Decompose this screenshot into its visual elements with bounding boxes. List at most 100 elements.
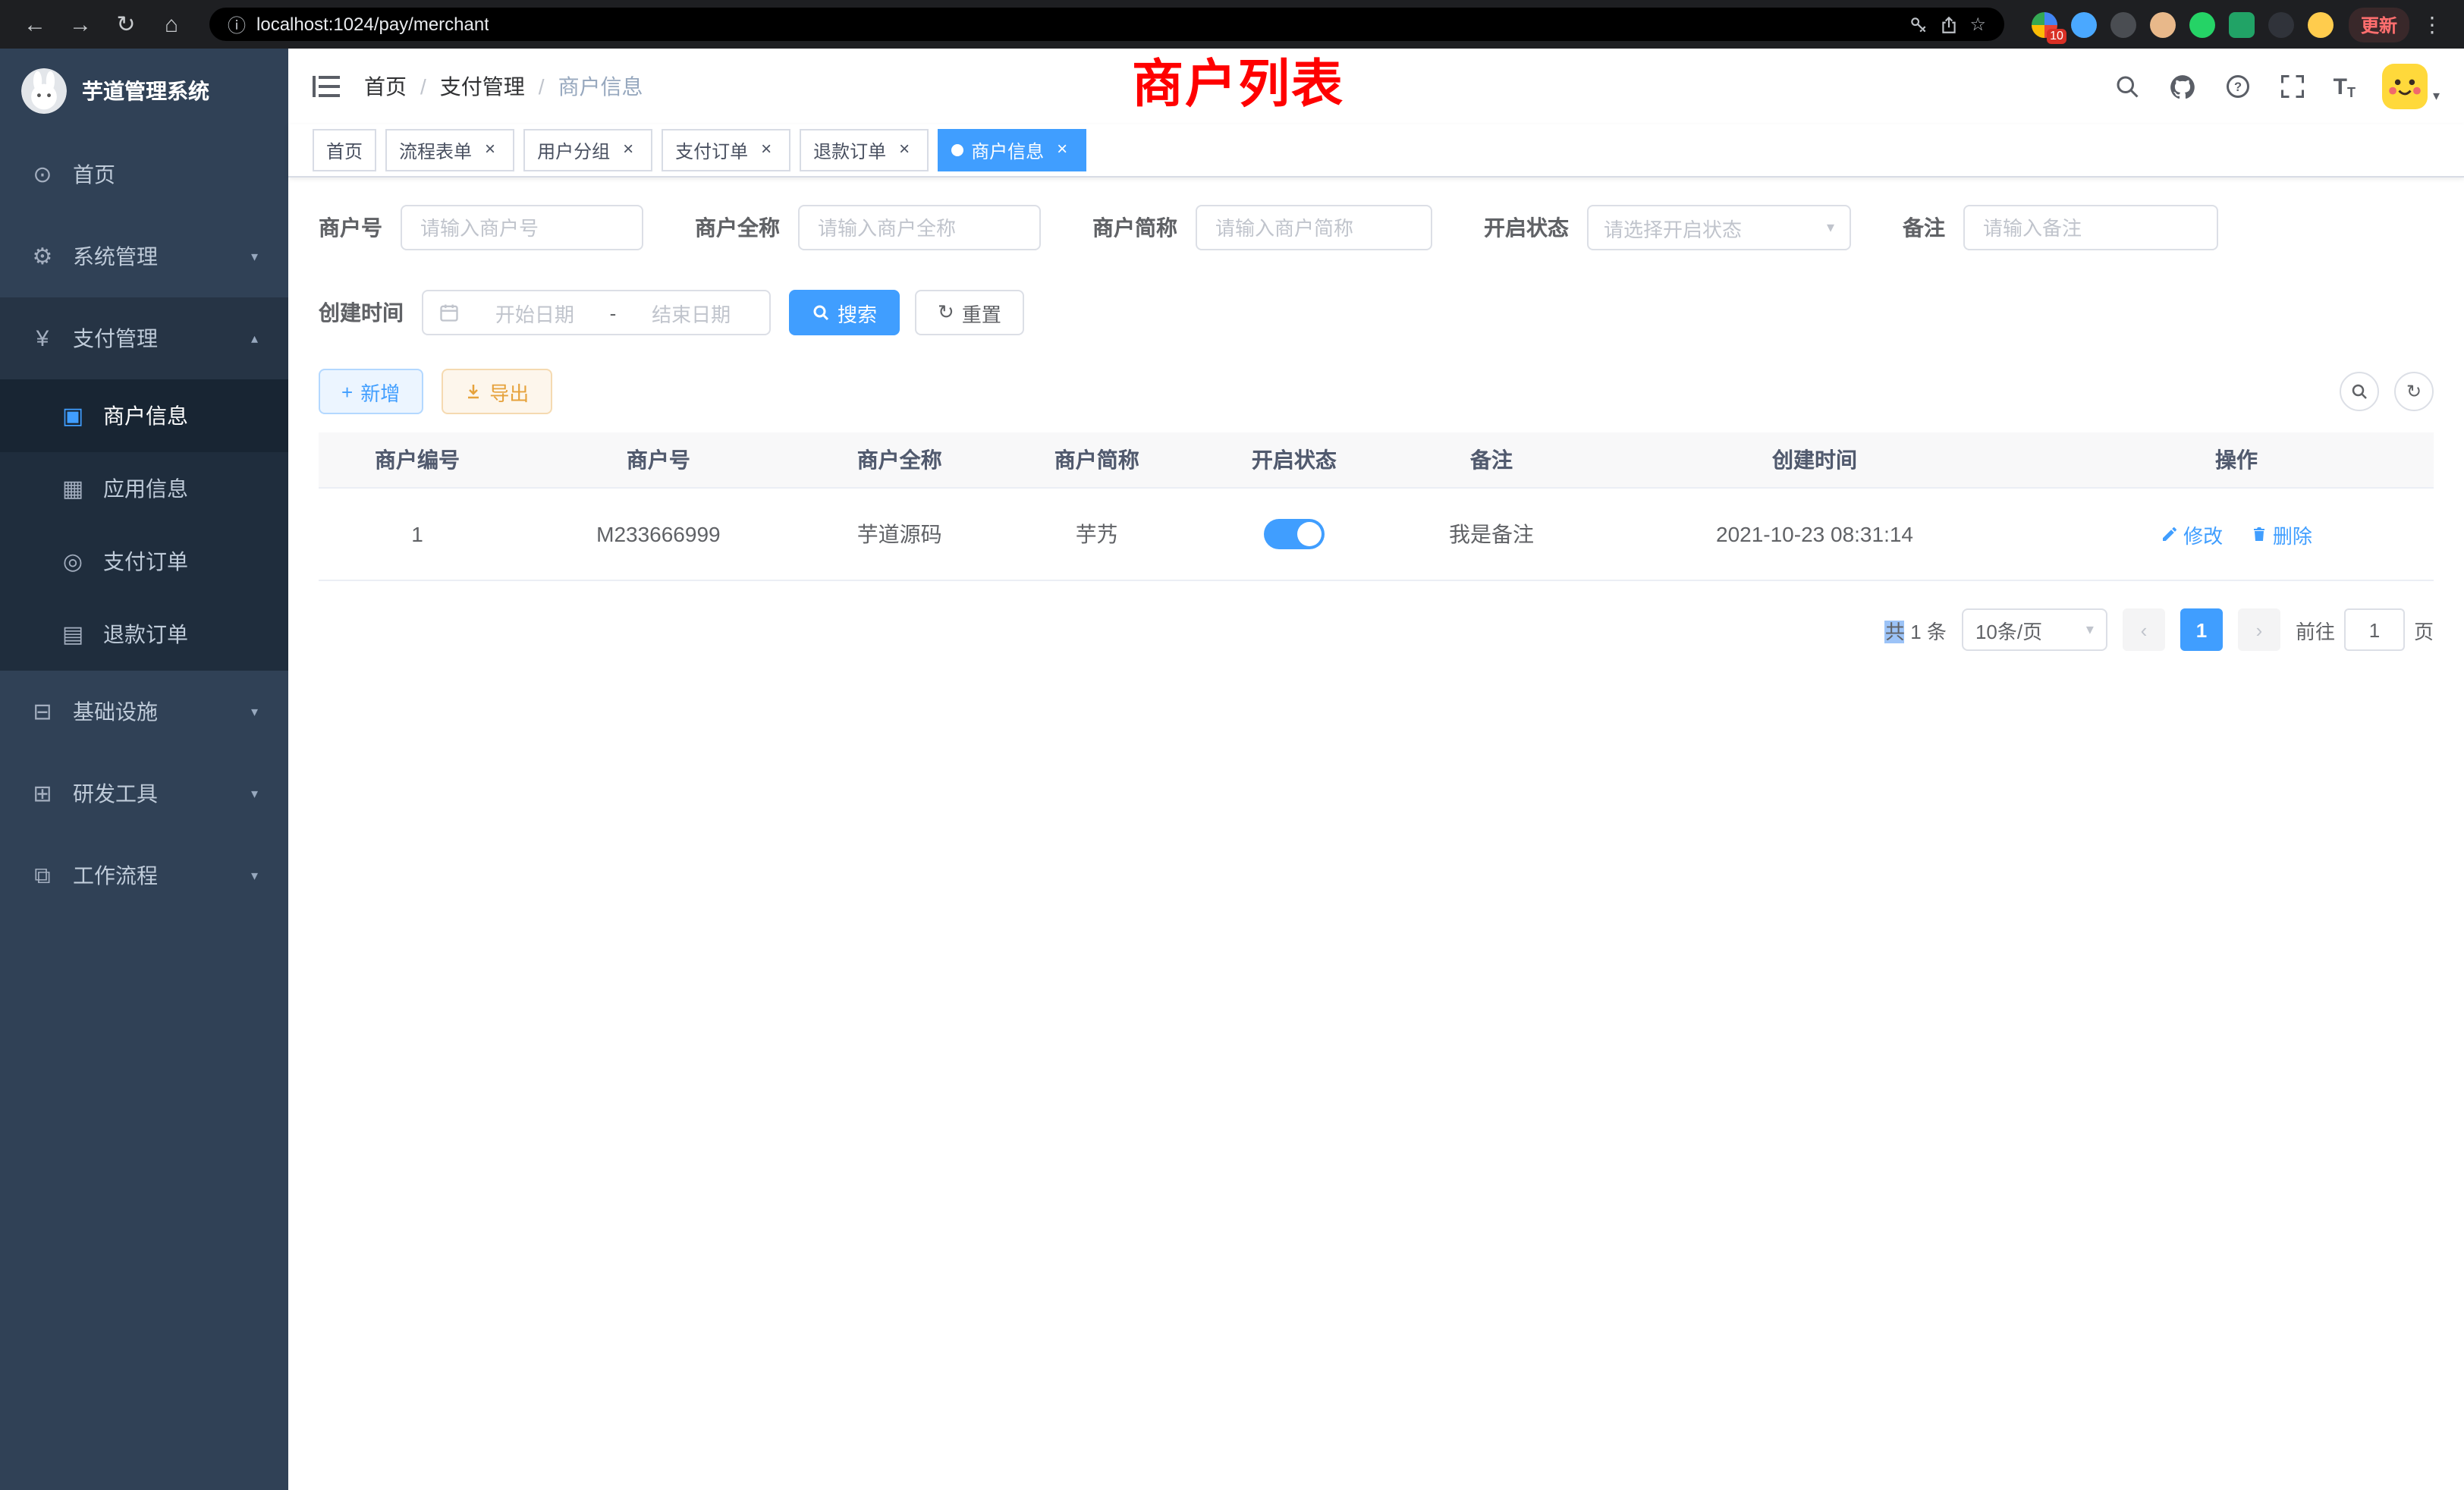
edit-link[interactable]: 修改 [2161,520,2223,549]
extension-icon-4[interactable] [2150,11,2176,37]
browser-forward-icon[interactable]: → [61,6,100,42]
search-button[interactable]: 搜索 [789,290,900,335]
monitor-icon: ⊟ [30,698,55,725]
pagination-goto: 前往 页 [2296,608,2434,651]
screen: ← → ↻ ⌂ ⓘ localhost:1024/pay/merchant ☆ … [0,0,2464,1490]
page-1-button[interactable]: 1 [2180,608,2223,651]
toggle-search-icon[interactable] [2340,372,2379,411]
goto-suffix: 页 [2414,615,2434,644]
fullscreen-icon[interactable] [2279,73,2306,100]
url-text[interactable]: localhost:1024/pay/merchant [256,14,489,35]
sidebar-item-home[interactable]: ⊙ 首页 [0,134,288,215]
sidebar-item-pay-order[interactable]: ◎ 支付订单 [0,525,288,598]
address-bar[interactable]: ⓘ localhost:1024/pay/merchant ☆ [209,8,2004,41]
col-short-name: 商户简称 [998,432,1196,488]
status-toggle[interactable] [1264,519,1325,549]
sidebar-item-refund-order[interactable]: ▤ 退款订单 [0,598,288,671]
extension-badge: 10 [2047,28,2066,43]
tab-process-form[interactable]: 流程表单 × [385,129,514,171]
merchant-no-input[interactable] [401,205,643,250]
pencil-icon [2161,525,2179,543]
extension-icon-6[interactable] [2229,11,2255,37]
col-status: 开启状态 [1196,432,1393,488]
date-range-picker[interactable]: 开始日期 - 结束日期 [422,290,771,335]
password-key-icon[interactable] [1909,14,1928,34]
profile-avatar-icon[interactable] [2308,11,2334,37]
delete-link[interactable]: 删除 [2250,520,2312,549]
extension-icon-5[interactable] [2189,11,2215,37]
sidebar-item-label: 商户信息 [103,401,188,431]
browser-reload-icon[interactable]: ↻ [106,6,146,42]
sidebar-item-label: 研发工具 [73,778,158,809]
tab-label: 流程表单 [399,137,472,163]
status-select[interactable]: 请选择开启状态 ▾ [1587,205,1851,250]
browser-update-button[interactable]: 更新 [2349,7,2409,42]
user-avatar[interactable]: ▾ [2383,64,2440,109]
close-icon[interactable]: × [756,140,777,161]
prev-page-button[interactable]: ‹ [2123,608,2165,651]
reset-button[interactable]: ↻ 重置 [915,290,1024,335]
close-icon[interactable]: × [894,140,915,161]
sidebar-item-merchant-info[interactable]: ▣ 商户信息 [0,379,288,452]
sidebar-item-system[interactable]: ⚙ 系统管理 ▾ [0,215,288,297]
col-remark: 备注 [1393,432,1590,488]
add-button-label: 新增 [360,377,400,406]
next-page-button[interactable]: › [2238,608,2280,651]
merchant-short-name-input[interactable] [1196,205,1432,250]
sidebar-toggle-icon[interactable] [313,75,340,98]
browser-menu-icon[interactable]: ⋮ [2415,11,2449,37]
sidebar-logo[interactable]: 芋道管理系统 [0,49,288,134]
extension-icon-2[interactable] [2071,11,2097,37]
tab-pay-order[interactable]: 支付订单 × [662,129,790,171]
sidebar-item-payment[interactable]: ¥ 支付管理 ▴ [0,297,288,379]
tab-merchant-info[interactable]: 商户信息 × [938,129,1086,171]
browser-home-icon[interactable]: ⌂ [152,6,191,42]
extension-icon-7[interactable] [2268,11,2294,37]
tab-label: 首页 [326,137,363,163]
sidebar-item-workflow[interactable]: ⧉ 工作流程 ▾ [0,835,288,916]
browser-back-icon[interactable]: ← [15,6,55,42]
sidebar-item-application-info[interactable]: ▦ 应用信息 [0,452,288,525]
close-icon[interactable]: × [479,140,501,161]
extension-icon-3[interactable] [2110,11,2136,37]
breadcrumb-home[interactable]: 首页 [364,71,407,102]
tags-view-bar: 首页 流程表单 × 用户分组 × 支付订单 × 退款订单 × [288,124,2464,178]
goto-page-input[interactable] [2344,608,2405,651]
close-icon[interactable]: × [618,140,639,161]
sidebar-item-infrastructure[interactable]: ⊟ 基础设施 ▾ [0,671,288,753]
github-icon[interactable] [2168,72,2197,101]
merchant-full-name-input[interactable] [798,205,1041,250]
add-button[interactable]: + 新增 [319,369,423,414]
sidebar-item-label: 应用信息 [103,473,188,504]
tab-home[interactable]: 首页 [313,129,376,171]
close-icon[interactable]: × [1051,140,1073,161]
filter-merchant-no: 商户号 [319,205,643,250]
yen-icon: ¥ [30,325,55,351]
tab-refund-order[interactable]: 退款订单 × [800,129,929,171]
tab-label: 商户信息 [971,137,1044,163]
export-button[interactable]: 导出 [441,369,552,414]
sidebar-item-devtools[interactable]: ⊞ 研发工具 ▾ [0,753,288,835]
breadcrumb-payment[interactable]: 支付管理 [440,71,525,102]
share-icon[interactable] [1939,14,1959,34]
help-icon[interactable]: ? [2224,73,2252,100]
site-info-icon[interactable]: ⓘ [228,11,246,37]
font-size-icon[interactable]: TT [2334,74,2356,99]
merchant-card-icon: ▣ [61,402,85,429]
filter-row-1: 商户号 商户全称 商户简称 开启状态 请选择开启状态 [319,205,2434,250]
refresh-table-icon[interactable]: ↻ [2394,372,2434,411]
filter-merchant-full-name: 商户全称 [695,205,1041,250]
field-label: 开启状态 [1484,212,1569,243]
download-icon [464,382,482,401]
page-size-select[interactable]: 10条/页 ▾ [1962,608,2107,651]
sidebar-item-label: 工作流程 [73,860,158,891]
bookmark-star-icon[interactable]: ☆ [1969,14,1986,35]
field-label: 商户号 [319,212,382,243]
sidebar-item-label: 系统管理 [73,241,158,272]
header-search-icon[interactable] [2114,73,2141,100]
extension-icon-1[interactable]: 10 [2032,11,2057,37]
refresh-icon: ↻ [938,300,954,325]
document-icon: ▤ [61,621,85,648]
tab-user-group[interactable]: 用户分组 × [523,129,652,171]
remark-input[interactable] [1963,205,2218,250]
